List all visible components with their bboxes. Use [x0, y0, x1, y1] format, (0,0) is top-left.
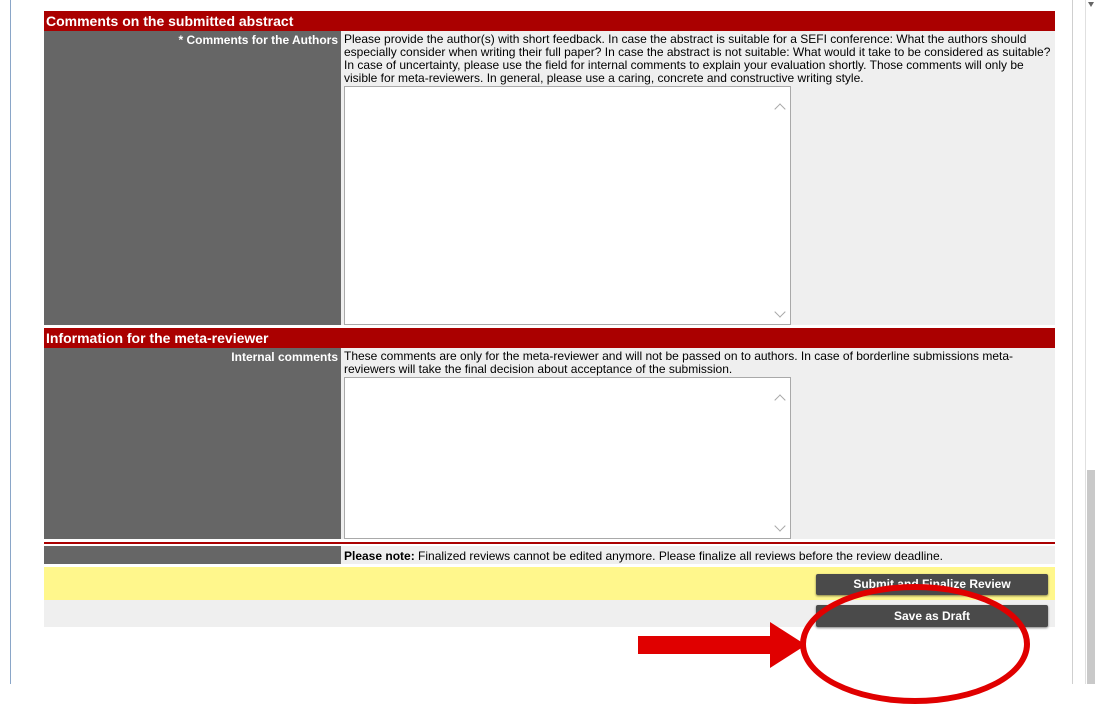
textarea-scroll-down-icon[interactable] — [774, 520, 786, 532]
authors-comments-textarea[interactable] — [344, 86, 791, 325]
internal-comments-textarea[interactable] — [344, 377, 791, 539]
internal-comments-instructions: These comments are only for the meta-rev… — [344, 349, 1013, 376]
internal-comments-row: Internal comments These comments are onl… — [44, 348, 1055, 539]
textarea-scroll-up-icon[interactable] — [774, 394, 786, 406]
internal-comments-label: Internal comments — [44, 348, 341, 539]
internal-comments-content: These comments are only for the meta-rev… — [341, 348, 1055, 539]
note-label-cell — [44, 546, 341, 564]
review-form: Comments on the submitted abstract * Com… — [44, 11, 1055, 627]
section-divider — [44, 542, 1055, 544]
authors-comments-row: * Comments for the Authors Please provid… — [44, 31, 1055, 325]
annotation-arrow-shaft — [638, 636, 772, 654]
textarea-scroll-up-icon[interactable] — [774, 103, 786, 115]
scroll-up-arrow-icon[interactable] — [1088, 2, 1094, 7]
authors-comments-instructions: Please provide the author(s) with short … — [344, 32, 1051, 85]
note-text: Finalized reviews cannot be edited anymo… — [414, 549, 943, 563]
authors-comments-label: * Comments for the Authors — [44, 31, 341, 325]
finalize-note: Please note: Finalized reviews cannot be… — [341, 546, 943, 564]
note-prefix: Please note: — [344, 549, 415, 563]
meta-section-header: Information for the meta-reviewer — [44, 328, 1055, 348]
page-left-border — [10, 0, 11, 684]
authors-comments-content: Please provide the author(s) with short … — [341, 31, 1055, 325]
textarea-scroll-down-icon[interactable] — [774, 306, 786, 318]
comments-section-header: Comments on the submitted abstract — [44, 11, 1055, 31]
annotation-highlight-ellipse — [800, 584, 1030, 704]
note-row: Please note: Finalized reviews cannot be… — [44, 546, 1055, 564]
page-right-border — [1072, 0, 1073, 684]
scroll-thumb[interactable] — [1087, 470, 1095, 684]
